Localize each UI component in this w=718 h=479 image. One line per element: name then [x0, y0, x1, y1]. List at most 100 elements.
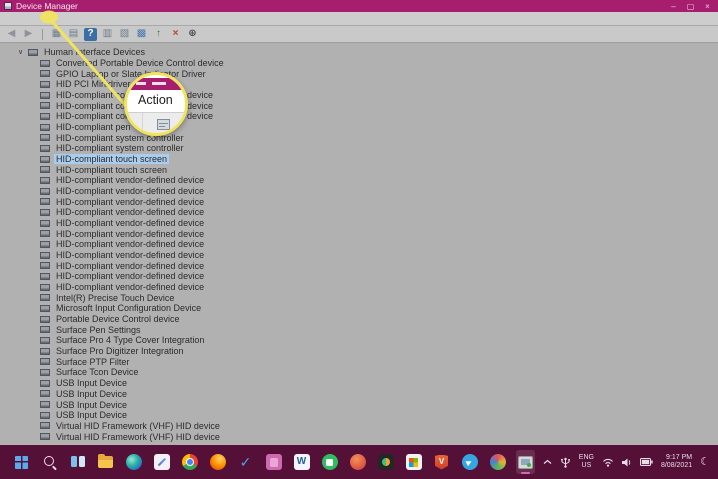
wifi-icon[interactable] — [602, 458, 614, 467]
device-label: HID-compliant vendor-defined device — [54, 261, 206, 271]
menu-bar — [0, 12, 718, 26]
brave-icon[interactable]: V — [432, 450, 451, 474]
device-tree-item[interactable]: HID PCI Minidriver for ISS — [0, 79, 718, 90]
device-icon — [40, 305, 50, 312]
firefox-icon[interactable] — [208, 450, 227, 474]
clock-date: 8/08/2021 — [661, 462, 692, 471]
edge-icon[interactable] — [124, 450, 143, 474]
minimize-button[interactable]: – — [665, 0, 682, 12]
device-tree-item[interactable]: HID-compliant vendor-defined device — [0, 228, 718, 239]
device-tree-item[interactable]: Intel(R) Precise Touch Device — [0, 292, 718, 303]
device-tree-item[interactable]: HID-compliant consumer control device — [0, 90, 718, 101]
device-tree-item[interactable]: Converted Portable Device Control device — [0, 58, 718, 69]
device-label: Intel(R) Precise Touch Device — [54, 293, 176, 303]
device-tree-item[interactable]: Microsoft Input Configuration Device — [0, 303, 718, 314]
device-label: HID-compliant vendor-defined device — [54, 250, 206, 260]
callout-menu-icon — [157, 119, 170, 130]
device-tree-item[interactable]: USB Input Device — [0, 378, 718, 389]
help-icon[interactable]: ? — [84, 28, 97, 41]
focus-assist-icon[interactable]: ☾ — [700, 457, 710, 468]
device-tree-item[interactable]: Virtual HID Framework (VHF) HID device — [0, 431, 718, 442]
device-tree-item[interactable]: GPIO Laptop or Slate Indicator Driver — [0, 68, 718, 79]
device-tree-item[interactable]: Surface Pen Settings — [0, 324, 718, 335]
export-icon[interactable]: ▧ — [118, 28, 131, 41]
task-view-button[interactable] — [68, 450, 87, 474]
device-tree-item[interactable]: USB Input Device — [0, 399, 718, 410]
device-icon — [40, 113, 50, 120]
title-bar[interactable]: Device Manager –▢× — [0, 0, 718, 12]
device-icon — [40, 220, 50, 227]
properties-icon[interactable]: ▤ — [67, 28, 80, 41]
device-label: USB Input Device — [54, 389, 129, 399]
device-tree-item[interactable]: USB Input Device — [0, 389, 718, 400]
device-tree-item[interactable]: HID-compliant touch screen — [0, 154, 718, 165]
device-manager-app-icon — [4, 2, 12, 10]
device-tree-item[interactable]: HID-compliant consumer control device — [0, 100, 718, 111]
maximize-button[interactable]: ▢ — [682, 0, 699, 12]
device-tree-item[interactable]: Surface Tcon Device — [0, 367, 718, 378]
scan-hardware-icon[interactable]: ⊕ — [186, 28, 199, 41]
device-manager-icon[interactable] — [516, 450, 535, 474]
forward-button[interactable]: ▶ — [22, 28, 35, 41]
checkmark-app-icon[interactable]: ✓ — [236, 450, 255, 474]
device-tree-item[interactable]: HID-compliant vendor-defined device — [0, 207, 718, 218]
device-icon — [40, 326, 50, 333]
device-tree-item[interactable]: USB Input Device — [0, 410, 718, 421]
device-tree-item[interactable]: HID-compliant vendor-defined device — [0, 186, 718, 197]
colorful-app-icon[interactable] — [488, 450, 507, 474]
device-tree-item[interactable]: HID-compliant vendor-defined device — [0, 196, 718, 207]
expand-chevron-icon[interactable]: ∨ — [18, 49, 28, 56]
device-tree-item[interactable]: HID-compliant system controller — [0, 132, 718, 143]
search-button[interactable] — [40, 450, 59, 474]
device-tree-item[interactable]: HID-compliant vendor-defined device — [0, 271, 718, 282]
device-tree-items: Converted Portable Device Control device… — [0, 58, 718, 442]
back-button[interactable]: ◀ — [5, 28, 18, 41]
word-icon[interactable]: W — [292, 450, 311, 474]
device-tree-item[interactable]: Surface Pro 4 Type Cover Integration — [0, 335, 718, 346]
device-tree-item[interactable]: HID-compliant vendor-defined device — [0, 218, 718, 229]
tray-chevron-icon[interactable] — [543, 459, 552, 465]
device-list-panel[interactable]: ∨ Human Interface Devices Converted Port… — [0, 43, 718, 445]
device-icon — [40, 156, 50, 163]
device-tree-item[interactable]: Surface PTP Filter — [0, 356, 718, 367]
orange-app-icon[interactable] — [348, 450, 367, 474]
telegram-icon[interactable]: ▶ — [460, 450, 479, 474]
store-icon[interactable] — [404, 450, 423, 474]
device-tree-item[interactable]: Surface Pro Digitizer Integration — [0, 346, 718, 357]
device-tree-item[interactable]: HID-compliant touch screen — [0, 164, 718, 175]
device-tree-item[interactable]: Portable Device Control device — [0, 314, 718, 325]
language-indicator[interactable]: ENG US — [579, 454, 594, 470]
device-icon — [40, 177, 50, 184]
device-tree-item[interactable]: HID-compliant consumer control device — [0, 111, 718, 122]
dark-app-icon[interactable] — [376, 450, 395, 474]
device-tree-item[interactable]: HID-compliant vendor-defined device — [0, 260, 718, 271]
pink-app-icon[interactable] — [264, 450, 283, 474]
close-button[interactable]: × — [699, 0, 716, 12]
evernote-icon[interactable] — [320, 450, 339, 474]
device-tree-item[interactable]: Virtual HID Framework (VHF) HID device — [0, 421, 718, 432]
remote-desktop-icon[interactable]: ▩ — [135, 28, 148, 41]
tree-root-human-interface-devices[interactable]: ∨ Human Interface Devices — [0, 47, 718, 58]
device-icon — [40, 262, 50, 269]
console-tree-icon[interactable]: ▦ — [50, 28, 63, 41]
device-tree-item[interactable]: HID-compliant vendor-defined device — [0, 282, 718, 293]
device-tree-item[interactable]: HID-compliant pen — [0, 122, 718, 133]
computers-icon[interactable]: ▥ — [101, 28, 114, 41]
file-explorer-icon[interactable] — [96, 450, 115, 474]
photos-icon[interactable] — [152, 450, 171, 474]
toolbar-separator[interactable] — [42, 29, 43, 40]
uninstall-icon[interactable]: × — [169, 28, 182, 41]
device-tree-item[interactable]: HID-compliant vendor-defined device — [0, 239, 718, 250]
clock[interactable]: 9:17 PM 8/08/2021 — [661, 454, 692, 471]
device-tree-item[interactable]: HID-compliant system controller — [0, 143, 718, 154]
chrome-icon[interactable] — [180, 450, 199, 474]
volume-icon[interactable] — [622, 458, 632, 467]
device-category-icon — [28, 49, 38, 56]
start-button[interactable] — [12, 450, 31, 474]
usb-icon[interactable] — [560, 457, 571, 468]
device-tree-item[interactable]: HID-compliant vendor-defined device — [0, 175, 718, 186]
update-driver-icon[interactable]: ↑ — [152, 28, 165, 41]
device-tree-item[interactable]: HID-compliant vendor-defined device — [0, 250, 718, 261]
battery-icon[interactable] — [640, 458, 653, 466]
device-icon — [40, 81, 50, 88]
